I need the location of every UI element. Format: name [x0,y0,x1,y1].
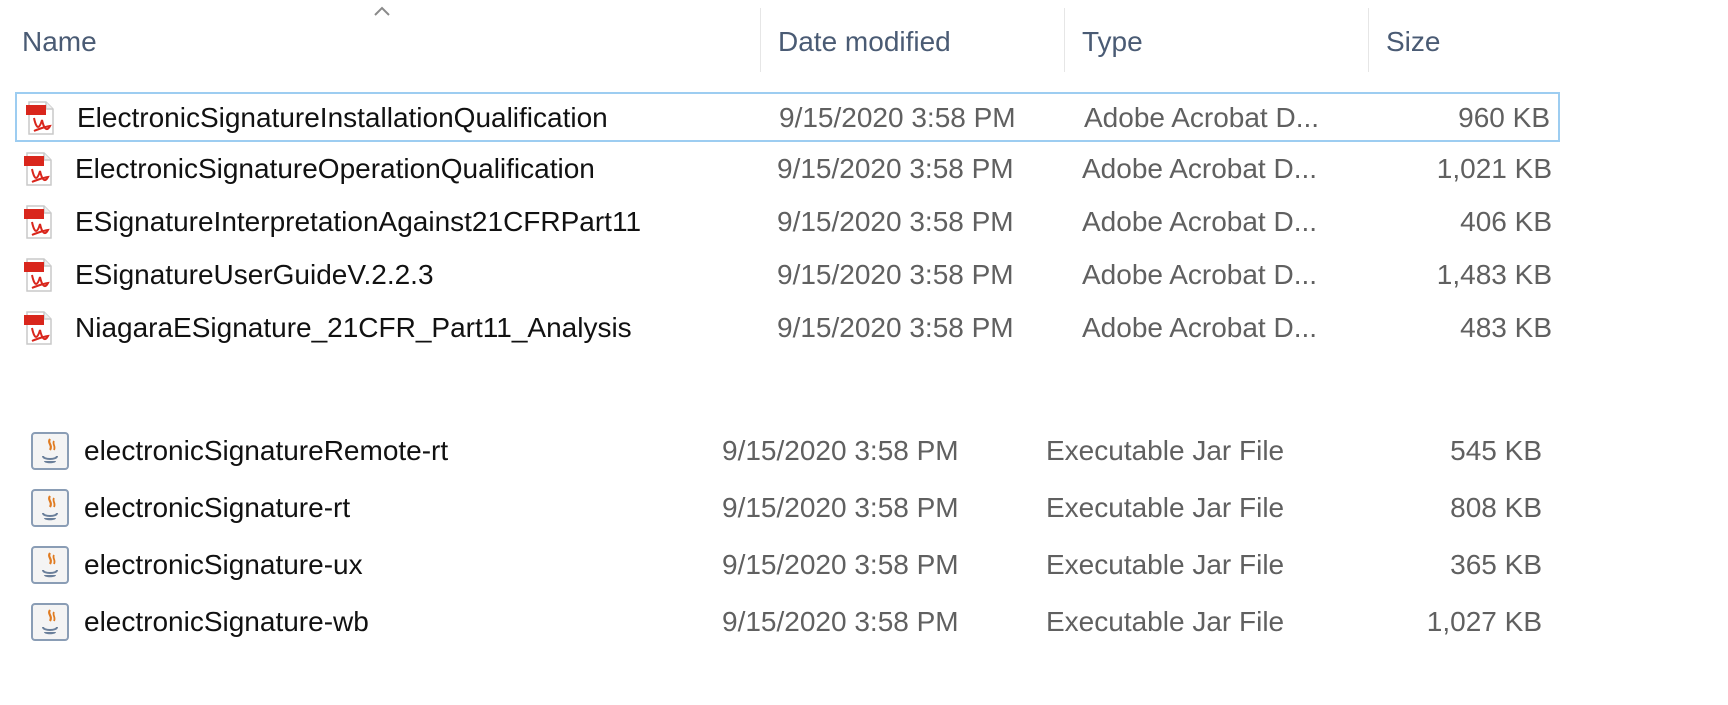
file-name: ESignatureUserGuideV.2.2.3 [75,259,434,290]
java-jar-file-icon [30,488,70,528]
file-size: 545 KB [1450,435,1542,466]
file-name: ESignatureInterpretationAgainst21CFRPart… [75,206,642,237]
file-row-jar[interactable]: electronicSignature-wb 9/15/2020 3:58 PM E… [22,596,1562,650]
file-date-modified: 9/15/2020 3:58 PM [722,606,959,637]
file-row-jar[interactable]: electronicSignature-rt 9/15/2020 3:58 PM E… [22,482,1562,536]
file-type: Adobe Acrobat D... [1082,312,1318,343]
file-type: Adobe Acrobat D... [1082,259,1318,290]
file-type: Adobe Acrobat D... [1084,102,1320,133]
file-date-modified: 9/15/2020 3:58 PM [777,153,1014,184]
file-date-modified: 9/15/2020 3:58 PM [722,435,959,466]
file-name: electronicSignatureRemote-rt [84,435,449,466]
jar-file-list: electronicSignatureRemote-rt 9/15/2020 3:… [0,405,1728,705]
column-divider[interactable] [1368,8,1369,72]
file-row-pdf[interactable]: ElectronicSignatureInstallationQualifica… [15,92,1560,142]
file-type: Adobe Acrobat D... [1082,153,1318,184]
file-date-modified: 9/15/2020 3:58 PM [777,206,1014,237]
column-header-size[interactable]: Size [1386,26,1440,58]
file-date-modified: 9/15/2020 3:58 PM [779,102,1016,133]
pdf-file-icon [25,100,57,136]
column-divider[interactable] [760,8,761,72]
file-type: Executable Jar File [1046,435,1285,466]
file-name: NiagaraESignature_21CFR_Part11_Analysis [75,312,632,343]
pdf-file-icon [23,151,55,187]
java-jar-file-icon [30,431,70,471]
file-size: 483 KB [1460,312,1552,343]
file-size: 406 KB [1460,206,1552,237]
file-row-jar[interactable]: electronicSignatureRemote-rt 9/15/2020 3:… [22,425,1562,479]
file-row-pdf[interactable]: ESignatureUserGuideV.2.2.3 9/15/2020 3:58… [15,251,1560,301]
file-date-modified: 9/15/2020 3:58 PM [722,492,959,523]
file-date-modified: 9/15/2020 3:58 PM [722,549,959,580]
java-jar-file-icon [30,545,70,585]
file-size: 808 KB [1450,492,1542,523]
file-size: 960 KB [1458,102,1550,133]
column-header-row: Name Date modified Type Size [0,0,1728,90]
file-size: 1,021 KB [1436,153,1552,184]
column-divider[interactable] [1064,8,1065,72]
column-header-name[interactable]: Name [22,26,97,58]
file-type: Executable Jar File [1046,492,1285,523]
file-size: 365 KB [1450,549,1542,580]
file-row-pdf[interactable]: ESignatureInterpretationAgainst21CFRPart… [15,198,1560,248]
file-name: ElectronicSignatureOperationQualificatio… [75,153,595,184]
pdf-file-list: Name Date modified Type Size ElectronicS… [0,0,1728,370]
file-name: electronicSignature-wb [84,606,369,637]
file-row-jar[interactable]: electronicSignature-ux 9/15/2020 3:58 PM E… [22,539,1562,593]
pdf-file-icon [23,257,55,293]
file-type: Executable Jar File [1046,549,1285,580]
file-name: ElectronicSignatureInstallationQualifica… [77,102,608,133]
file-name: electronicSignature-rt [84,492,351,523]
column-header-type[interactable]: Type [1082,26,1143,58]
file-date-modified: 9/15/2020 3:58 PM [777,312,1014,343]
file-size: 1,027 KB [1426,606,1542,637]
file-row-pdf[interactable]: ElectronicSignatureOperationQualificatio… [15,145,1560,195]
pdf-file-icon [23,204,55,240]
file-name: electronicSignature-ux [84,549,363,580]
file-row-pdf[interactable]: NiagaraESignature_21CFR_Part11_Analysis 9… [15,304,1560,354]
pdf-file-icon [23,310,55,346]
file-date-modified: 9/15/2020 3:58 PM [777,259,1014,290]
file-type: Executable Jar File [1046,606,1285,637]
java-jar-file-icon [30,602,70,642]
file-type: Adobe Acrobat D... [1082,206,1318,237]
file-size: 1,483 KB [1436,259,1552,290]
column-header-date-modified[interactable]: Date modified [778,26,951,58]
sort-ascending-chevron-icon[interactable] [372,2,392,22]
file-explorer-screenshot: Name Date modified Type Size ElectronicS… [0,0,1728,705]
